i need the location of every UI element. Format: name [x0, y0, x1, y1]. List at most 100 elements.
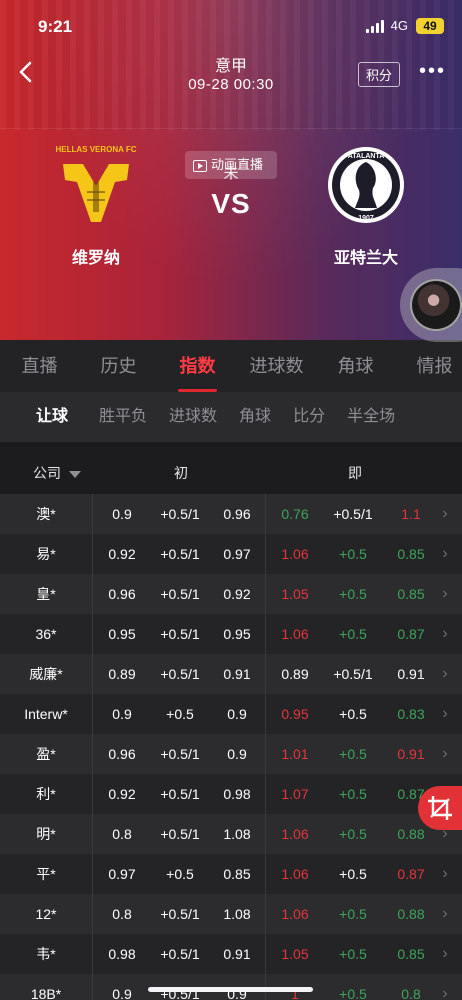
sub-tab-0[interactable]: 让球: [16, 392, 88, 442]
initial-away-odds: 0.9: [209, 734, 266, 774]
main-tab-bar: 直播 历史 指数 进球数 角球 情报: [0, 340, 462, 392]
tab-4[interactable]: 角球: [316, 340, 395, 392]
live-home-odds: 1.05: [281, 946, 309, 962]
initial-handicap: +0.5/1: [160, 546, 200, 562]
table-row[interactable]: 威廉* 0.89 +0.5/1 0.91 0.89 +0.5/1 0.91 ›: [0, 654, 462, 694]
odds-table-header: 公司 初 即: [0, 442, 462, 494]
company-name: 皇*: [0, 574, 93, 614]
tab-0[interactable]: 直播: [0, 340, 79, 392]
initial-away-odds: 0.85: [209, 854, 266, 894]
live-handicap: +0.5: [339, 546, 367, 562]
live-handicap: +0.5: [339, 746, 367, 762]
table-row[interactable]: 12* 0.8 +0.5/1 1.08 1.06 +0.5 0.88 ›: [0, 894, 462, 934]
table-row[interactable]: 平* 0.97 +0.5 0.85 1.06 +0.5 0.87 ›: [0, 854, 462, 894]
initial-away-odds: 0.96: [209, 494, 266, 534]
initial-handicap: +0.5/1: [160, 626, 200, 642]
table-row[interactable]: 韦* 0.98 +0.5/1 0.91 1.05 +0.5 0.85 ›: [0, 934, 462, 974]
initial-handicap: +0.5/1: [160, 586, 200, 602]
away-team[interactable]: ATALANTA 1907 亚特兰大: [296, 140, 436, 268]
company-name: 易*: [0, 534, 93, 574]
table-row[interactable]: Interw* 0.9 +0.5 0.9 0.95 +0.5 0.83 ›: [0, 694, 462, 734]
chevron-right-icon[interactable]: ›: [436, 494, 454, 534]
sub-tab-3[interactable]: 角球: [228, 392, 282, 442]
chevron-right-icon[interactable]: ›: [436, 574, 454, 614]
initial-handicap: +0.5/1: [160, 786, 200, 802]
live-handicap: +0.5: [339, 786, 367, 802]
sub-tab-bar: 让球 胜平负 进球数 角球 比分 半全场: [0, 392, 462, 442]
initial-home-odds: 0.8: [112, 906, 132, 922]
initial-handicap: +0.5: [166, 866, 194, 882]
sub-tab-1[interactable]: 胜平负: [88, 392, 158, 442]
initial-handicap: +0.5/1: [160, 906, 200, 922]
company-name: 盈*: [0, 734, 93, 774]
chevron-right-icon[interactable]: ›: [436, 694, 454, 734]
tab-5[interactable]: 情报: [395, 340, 462, 392]
table-row[interactable]: 利*0.92+0.5/10.981.07+0.50.87›: [0, 774, 462, 814]
more-menu-icon[interactable]: •••: [419, 61, 446, 81]
table-row[interactable]: 明* 0.8 +0.5/1 1.08 1.06 +0.5 0.88 ›: [0, 814, 462, 854]
chevron-right-icon[interactable]: ›: [436, 654, 454, 694]
signal-icon: [366, 20, 384, 33]
live-odds-header: 即: [348, 465, 362, 481]
initial-away-odds: 1.08: [209, 894, 266, 934]
initial-away-odds: 0.92: [209, 574, 266, 614]
hero-divider: [0, 128, 462, 129]
sub-tab-2[interactable]: 进球数: [158, 392, 228, 442]
live-handicap: +0.5/1: [333, 666, 373, 682]
company-name: 韦*: [0, 934, 93, 974]
initial-home-odds: 0.9: [112, 706, 132, 722]
atalanta-logo-year: 1907: [358, 215, 374, 222]
live-home-odds: 0.76: [281, 506, 309, 522]
live-handicap: +0.5: [339, 866, 367, 882]
chevron-right-icon[interactable]: ›: [436, 934, 454, 974]
live-home-odds: 1.05: [281, 586, 309, 602]
chevron-right-icon[interactable]: ›: [436, 734, 454, 774]
initial-home-odds: 0.9: [112, 506, 132, 522]
chevron-right-icon[interactable]: ›: [436, 614, 454, 654]
tab-3[interactable]: 进球数: [237, 340, 316, 392]
sub-tab-5[interactable]: 半全场: [336, 392, 406, 442]
initial-home-odds: 0.96: [108, 746, 136, 762]
table-row[interactable]: 澳* 0.9 +0.5/1 0.96 0.76 +0.5/1 1.1 ›: [0, 494, 462, 534]
initial-away-odds: 0.97: [209, 534, 266, 574]
table-row[interactable]: 盈* 0.96 +0.5/1 0.9 1.01 +0.5 0.91 ›: [0, 734, 462, 774]
chevron-right-icon[interactable]: ›: [436, 894, 454, 934]
initial-handicap: +0.5/1: [160, 666, 200, 682]
status-bar: 9:21 4G 49: [0, 0, 462, 50]
sub-tab-4[interactable]: 比分: [282, 392, 336, 442]
live-home-odds: 1.06: [281, 906, 309, 922]
initial-home-odds: 0.9: [112, 986, 132, 1000]
crop-icon: [428, 796, 452, 820]
company-name: 威廉*: [0, 654, 93, 694]
initial-handicap: +0.5/1: [160, 506, 200, 522]
company-header-label: 公司: [33, 465, 61, 481]
initial-handicap: +0.5: [166, 706, 194, 722]
live-home-odds: 0.89: [281, 666, 309, 682]
home-indicator[interactable]: [148, 987, 313, 992]
company-name: 利*: [0, 774, 93, 814]
company-name: Interw*: [0, 694, 93, 734]
chevron-right-icon[interactable]: ›: [436, 854, 454, 894]
tab-1[interactable]: 历史: [79, 340, 158, 392]
tab-2[interactable]: 指数: [158, 340, 237, 392]
live-handicap: +0.5: [339, 986, 367, 1000]
floating-crop-button[interactable]: [418, 786, 462, 830]
initial-handicap: +0.5/1: [160, 746, 200, 762]
sort-caret-icon: [69, 470, 81, 478]
live-away-odds: 0.87: [397, 626, 425, 642]
table-row[interactable]: 36* 0.95 +0.5/1 0.95 1.06 +0.5 0.87 ›: [0, 614, 462, 654]
initial-away-odds: 1.08: [209, 814, 266, 854]
initial-away-odds: 0.91: [209, 934, 266, 974]
company-sort-header[interactable]: 公司: [33, 463, 81, 483]
table-row[interactable]: 易* 0.92 +0.5/1 0.97 1.06 +0.5 0.85 ›: [0, 534, 462, 574]
chevron-right-icon[interactable]: ›: [436, 534, 454, 574]
standings-button[interactable]: 积分: [357, 62, 400, 87]
table-row[interactable]: 皇* 0.96 +0.5/1 0.92 1.05 +0.5 0.85 ›: [0, 574, 462, 614]
match-odds-screen: 9:21 4G 49 意甲 09-28 00:30 积分 ••• HELLAS …: [0, 0, 462, 1000]
chevron-right-icon[interactable]: ›: [436, 974, 454, 1000]
live-home-odds: 0.95: [281, 706, 309, 722]
initial-home-odds: 0.97: [108, 866, 136, 882]
live-handicap: +0.5: [339, 826, 367, 842]
live-home-odds: 1.06: [281, 866, 309, 882]
initial-home-odds: 0.95: [108, 626, 136, 642]
